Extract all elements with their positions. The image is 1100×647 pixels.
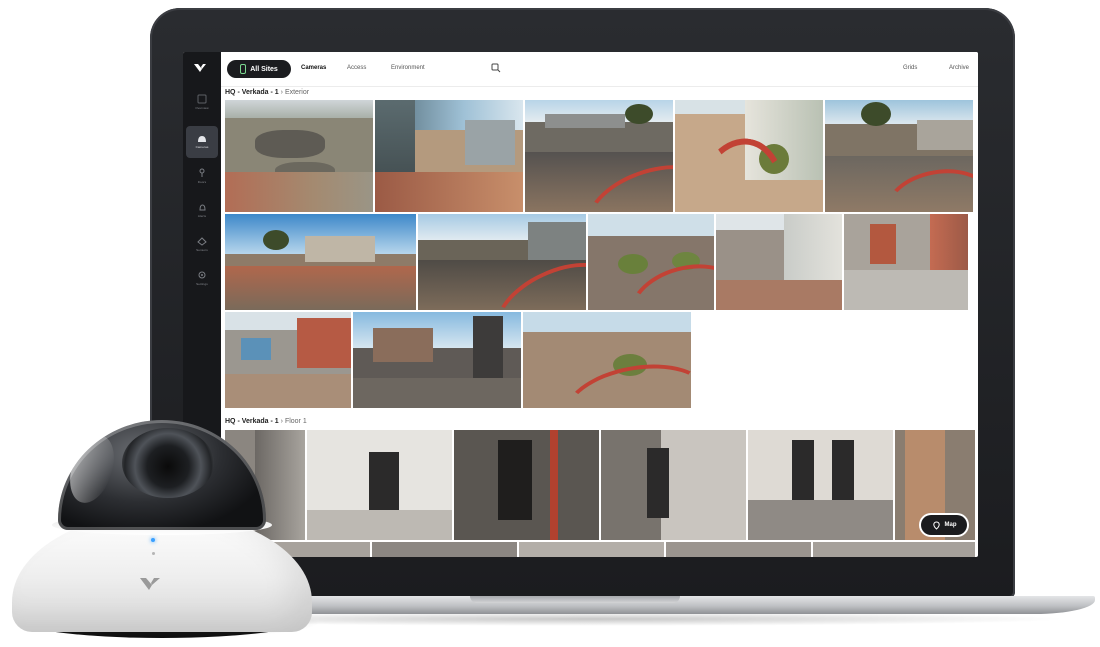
camera-feed-tile[interactable] — [666, 542, 811, 557]
tab-environment[interactable]: Environment — [391, 65, 425, 71]
camera-lens — [122, 428, 214, 498]
sidebar-item-cameras[interactable]: Cameras — [186, 126, 218, 158]
camera-feed-tile[interactable] — [225, 214, 416, 310]
camera-feed-tile[interactable] — [675, 100, 823, 212]
camera-feed-tile[interactable] — [825, 100, 973, 212]
camera-status-led — [151, 538, 155, 542]
section-area-name: Floor 1 — [284, 418, 307, 425]
grids-button[interactable]: Grids — [903, 65, 917, 71]
search-icon[interactable] — [491, 63, 501, 73]
section-title-floor: HQ - Verkada - 1 › Floor 1 — [225, 418, 307, 425]
map-button-label: Map — [944, 522, 957, 528]
bell-icon — [198, 203, 206, 210]
camera-feed-tile[interactable] — [844, 214, 968, 310]
tab-access[interactable]: Access — [347, 65, 366, 71]
section-site-name: HQ - Verkada - 1 — [225, 418, 279, 425]
camera-feed-tile[interactable] — [372, 542, 517, 557]
sidebar-item-settings[interactable]: Settings — [186, 262, 218, 294]
sidebar-item-label: Overview — [195, 106, 209, 110]
all-sites-button[interactable]: All Sites — [227, 60, 291, 78]
camera-grid-row — [225, 430, 975, 540]
app-screen: Overview Cameras Doors Alerts Sensors Se… — [183, 52, 978, 557]
camera-feed-tile[interactable] — [454, 430, 599, 540]
camera-feed-tile[interactable] — [225, 100, 373, 212]
door-icon — [199, 168, 205, 177]
site-tag-icon — [240, 64, 247, 74]
camera-icon — [198, 136, 206, 142]
sidebar-item-alerts[interactable]: Alerts — [186, 194, 218, 226]
gear-icon — [198, 271, 206, 279]
tab-cameras[interactable]: Cameras — [301, 65, 326, 71]
camera-feed-tile[interactable] — [813, 542, 975, 557]
sidebar-item-sensors[interactable]: Sensors — [186, 228, 218, 260]
camera-grid-row — [225, 214, 968, 310]
section-site-name: HQ - Verkada - 1 — [225, 89, 279, 96]
map-pin-icon — [932, 520, 940, 530]
all-sites-label: All Sites — [250, 65, 278, 73]
camera-feed-tile[interactable] — [353, 312, 521, 408]
camera-feed-tile[interactable] — [307, 430, 452, 540]
top-bar: All Sites Cameras Access Environment Gri… — [221, 52, 978, 87]
section-area-name: Exterior — [284, 89, 310, 96]
camera-feed-tile[interactable] — [588, 214, 714, 310]
home-icon — [197, 94, 207, 104]
camera-feed-tile[interactable] — [525, 100, 673, 212]
sidebar-item-label: Sensors — [196, 247, 208, 252]
sidebar-item-doors[interactable]: Doors — [186, 160, 218, 192]
section-title-exterior: HQ - Verkada - 1 › Exterior — [225, 89, 310, 96]
sensor-icon — [197, 236, 207, 246]
camera-logo-icon — [140, 578, 160, 590]
camera-feed-tile[interactable] — [375, 100, 523, 212]
sidebar-item-label: Alerts — [197, 213, 207, 218]
camera-feed-tile[interactable] — [523, 312, 691, 408]
camera-grid-row — [225, 542, 975, 557]
camera-feed-tile[interactable] — [601, 430, 746, 540]
camera-glare — [62, 429, 122, 509]
camera-feed-tile[interactable] — [716, 214, 842, 310]
camera-feed-tile[interactable] — [748, 430, 893, 540]
camera-grid-row — [225, 100, 973, 212]
archive-button[interactable]: Archive — [949, 65, 969, 71]
camera-sensor-dot — [152, 552, 155, 555]
camera-feed-tile[interactable] — [519, 542, 664, 557]
verkada-logo-icon — [194, 64, 206, 72]
sidebar-item-label: Doors — [197, 180, 207, 184]
camera-feed-tile[interactable] — [225, 312, 351, 408]
sidebar-item-label: Settings — [196, 282, 208, 286]
map-button[interactable]: Map — [921, 515, 967, 535]
sidebar-item-label: Cameras — [195, 145, 209, 149]
sidebar-item-overview[interactable]: Overview — [186, 86, 218, 118]
camera-feed-tile[interactable] — [418, 214, 586, 310]
camera-grid-row — [225, 312, 691, 408]
laptop-notch — [470, 596, 680, 603]
